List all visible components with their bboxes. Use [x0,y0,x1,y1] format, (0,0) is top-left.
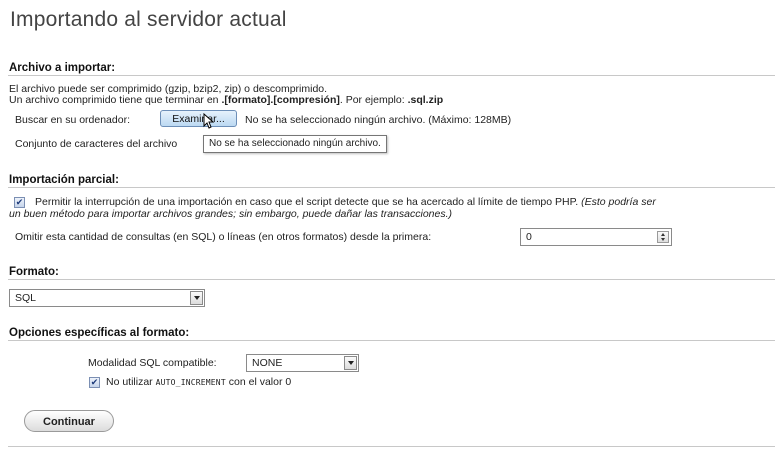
allow-interrupt-note-b: un buen método para importar archivos gr… [9,208,453,220]
no-auto-increment-prefix: No utilizar [106,376,153,388]
chevron-down-icon [344,356,357,370]
browse-button[interactable]: Examinar... [160,110,237,127]
no-auto-increment-suffix: con el valor 0 [228,376,292,388]
compression-note-prefix: Un archivo comprimido tiene que terminar… [9,94,222,106]
browse-label: Buscar en su ordenador: [15,114,130,126]
format-options-title: Opciones específicas al formato: [9,327,190,339]
section-divider [8,75,775,76]
format-section-title: Formato: [9,266,59,278]
compression-format: .[formato].[compresión] [221,94,340,106]
format-selected-value: SQL [15,292,37,304]
format-select[interactable]: SQL [9,289,205,307]
bottom-divider [8,446,775,447]
section-divider [8,279,775,280]
charset-label: Conjunto de caracteres del archivo [15,138,178,150]
sql-mode-value: NONE [252,357,283,369]
no-auto-increment-checkbox[interactable]: ✔ [89,377,100,388]
skip-queries-input[interactable]: 0 [520,228,672,246]
chevron-down-icon [190,291,203,305]
file-tooltip: No se ha seleccionado ningún archivo. [203,135,387,153]
skip-queries-label: Omitir esta cantidad de consultas (en SQ… [15,231,432,243]
partial-section-title: Importación parcial: [9,174,119,186]
no-auto-increment-label: No utilizar AUTO_INCREMENT con el valor … [106,376,291,388]
compression-example: .sql.zip [407,94,444,106]
skip-queries-value: 0 [526,231,532,243]
allow-interrupt-text: Permitir la interrupción de una importac… [35,196,579,208]
section-divider [8,187,775,188]
compression-note-mid: . Por ejemplo: [339,94,408,106]
continue-button[interactable]: Continuar [24,410,114,432]
compression-note-line2: Un archivo comprimido tiene que terminar… [9,94,443,106]
allow-interrupt-note-a: (Esto podría ser [581,196,656,208]
auto-increment-code: AUTO_INCREMENT [155,378,226,387]
mouse-pointer-icon [203,113,215,129]
section-divider [8,340,775,341]
no-file-status: No se ha seleccionado ningún archivo. (M… [245,114,512,126]
page-title: Importando al servidor actual [10,8,287,31]
sql-mode-label: Modalidad SQL compatible: [88,357,217,369]
spinner-arrows-icon[interactable] [657,231,669,243]
allow-interrupt-checkbox[interactable]: ✔ [14,197,25,208]
allow-interrupt-label: Permitir la interrupción de una importac… [35,196,656,208]
file-section-title: Archivo a importar: [9,62,116,74]
sql-mode-select[interactable]: NONE [246,354,359,372]
allow-interrupt-note-line2: un buen método para importar archivos gr… [9,208,452,220]
